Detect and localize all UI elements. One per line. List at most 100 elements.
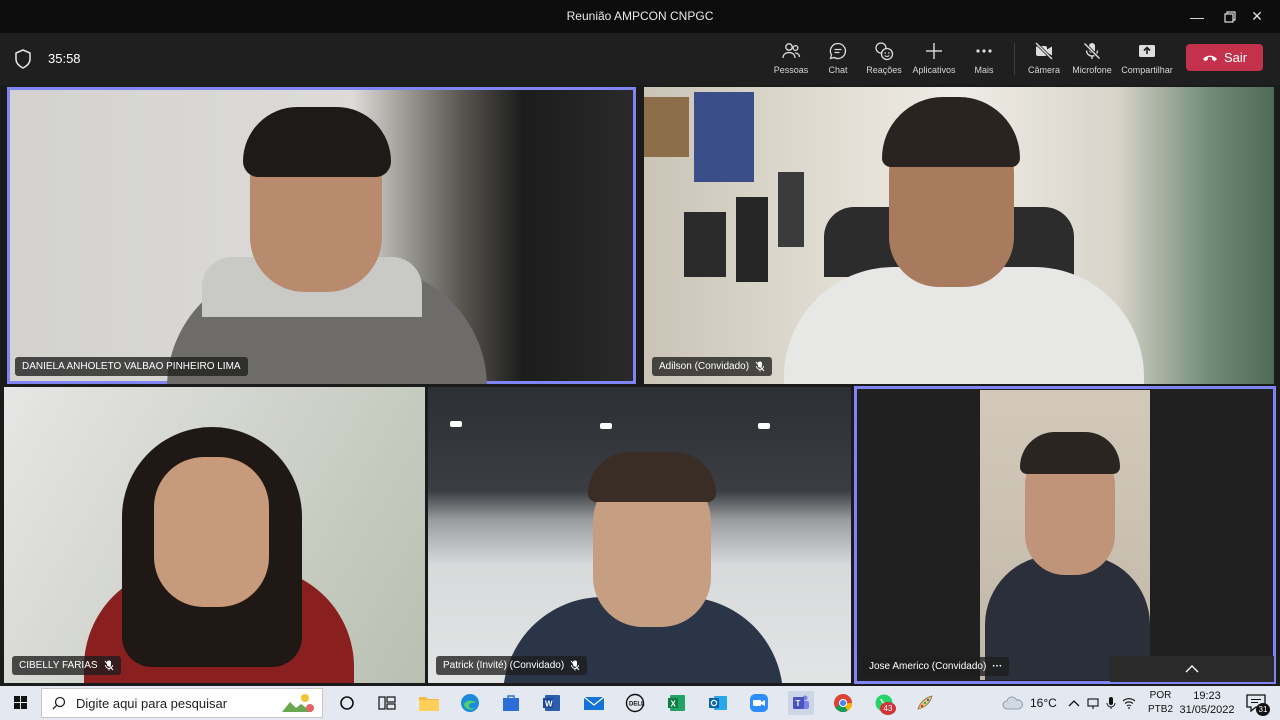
language-code: POR bbox=[1149, 690, 1172, 701]
video-subject-hair bbox=[588, 452, 716, 502]
hang-up-icon bbox=[1202, 55, 1217, 61]
task-view-icon[interactable] bbox=[374, 691, 400, 715]
cortana-icon[interactable] bbox=[334, 691, 360, 715]
shield-icon bbox=[15, 49, 31, 69]
video-tile-jose-americo[interactable]: Jose Americo (Convidado) ··· bbox=[854, 386, 1276, 684]
reactions-button[interactable]: Reações bbox=[860, 41, 908, 81]
svg-text:T: T bbox=[796, 699, 801, 708]
close-button[interactable]: ✕ bbox=[1234, 0, 1280, 33]
word-icon[interactable]: W bbox=[539, 691, 565, 715]
apps-label: Aplicativos bbox=[912, 65, 956, 75]
system-tray bbox=[1068, 686, 1136, 720]
chevron-up-icon[interactable] bbox=[1068, 699, 1080, 707]
more-button[interactable]: Mais bbox=[960, 41, 1008, 81]
clock-time: 19:23 bbox=[1193, 690, 1221, 702]
mail-icon[interactable] bbox=[581, 691, 607, 715]
ceiling-light bbox=[450, 421, 462, 427]
cloud-icon bbox=[1002, 696, 1023, 710]
microphone-button[interactable]: Microfone bbox=[1068, 41, 1116, 81]
chat-label: Chat bbox=[828, 65, 848, 75]
paint-icon[interactable] bbox=[912, 691, 938, 715]
participant-name: CIBELLY FARIAS bbox=[19, 660, 98, 671]
edge-icon[interactable] bbox=[457, 691, 483, 715]
ceiling-light bbox=[758, 423, 770, 429]
chevron-up-icon bbox=[1185, 665, 1199, 673]
teams-icon[interactable]: T bbox=[788, 691, 814, 715]
video-tile-patrick[interactable]: Patrick (Invité) (Convidado) bbox=[428, 387, 851, 683]
wall-poster bbox=[684, 212, 726, 277]
participant-name: Adilson (Convidado) bbox=[659, 361, 750, 372]
apps-button[interactable]: Aplicativos bbox=[910, 41, 958, 81]
whatsapp-badge: 43 bbox=[880, 702, 896, 715]
participant-name-tag: Jose Americo (Convidado) ··· bbox=[862, 657, 1010, 676]
input-language[interactable]: POR PTB2 bbox=[1148, 689, 1173, 717]
wall-poster bbox=[644, 97, 689, 157]
windows-taskbar: Digite aqui para pesquisar W DELL X T 43… bbox=[0, 686, 1280, 720]
share-button[interactable]: Compartilhar bbox=[1121, 41, 1173, 81]
chat-icon bbox=[829, 42, 847, 60]
chat-button[interactable]: Chat bbox=[814, 41, 862, 81]
clock-date: 31/05/2022 bbox=[1179, 704, 1235, 716]
video-tile-daniela[interactable]: DANIELA ANHOLETO VALBAO PINHEIRO LIMA bbox=[7, 87, 636, 384]
people-label: Pessoas bbox=[773, 65, 809, 75]
video-tile-cibelly[interactable]: CIBELLY FARIAS bbox=[4, 387, 425, 683]
camera-off-icon bbox=[1034, 41, 1054, 61]
participant-name: DANIELA ANHOLETO VALBAO PINHEIRO LIMA bbox=[22, 361, 241, 372]
svg-text:W: W bbox=[545, 700, 553, 709]
expand-gallery-button[interactable] bbox=[1110, 656, 1274, 682]
meeting-timer: 35:58 bbox=[48, 51, 81, 66]
title-bar: Reunião AMPCON CNPGC — ✕ bbox=[0, 0, 1280, 33]
svg-text:X: X bbox=[671, 700, 677, 709]
participant-name: Patrick (Invité) (Convidado) bbox=[443, 660, 565, 671]
leave-label: Sair bbox=[1223, 50, 1248, 65]
taskbar-search[interactable]: Digite aqui para pesquisar bbox=[41, 688, 323, 718]
camera-button[interactable]: Câmera bbox=[1020, 41, 1068, 81]
chrome-icon[interactable] bbox=[830, 691, 856, 715]
people-button[interactable]: Pessoas bbox=[767, 41, 815, 81]
windows-start-icon[interactable] bbox=[6, 692, 34, 714]
store-icon[interactable] bbox=[498, 691, 524, 715]
keyboard-layout: PTB2 bbox=[1148, 704, 1174, 715]
participant-more-icon[interactable]: ··· bbox=[992, 661, 1002, 672]
leave-button[interactable]: Sair bbox=[1186, 44, 1263, 71]
video-subject-hair bbox=[1020, 432, 1120, 474]
participant-name: Jose Americo (Convidado) bbox=[869, 661, 987, 672]
video-tile-adilson[interactable]: Adilson (Convidado) bbox=[644, 87, 1274, 384]
search-icon bbox=[52, 696, 66, 710]
dell-icon[interactable]: DELL bbox=[622, 691, 648, 715]
mic-off-icon bbox=[104, 660, 113, 671]
toolbar-divider bbox=[1014, 43, 1015, 75]
svg-text:DELL: DELL bbox=[629, 702, 645, 708]
video-subject-face bbox=[154, 457, 269, 607]
more-label: Mais bbox=[974, 65, 994, 75]
system-clock[interactable]: 19:23 31/05/2022 bbox=[1176, 689, 1238, 717]
people-icon bbox=[782, 43, 801, 59]
network-icon[interactable] bbox=[1086, 696, 1100, 710]
camera-label: Câmera bbox=[1027, 65, 1060, 75]
mic-off-icon bbox=[755, 361, 765, 372]
share-icon bbox=[1139, 45, 1155, 57]
video-subject-hair bbox=[882, 97, 1020, 167]
wifi-icon[interactable] bbox=[1122, 697, 1136, 709]
video-feed-portrait bbox=[980, 390, 1150, 680]
weather-widget[interactable]: 16°C bbox=[1002, 686, 1057, 720]
weather-temperature: 16°C bbox=[1030, 696, 1057, 710]
search-placeholder: Digite aqui para pesquisar bbox=[76, 695, 228, 711]
ceiling-light bbox=[600, 423, 612, 429]
participant-name-tag: Patrick (Invité) (Convidado) bbox=[436, 656, 588, 675]
outlook-icon[interactable] bbox=[705, 691, 731, 715]
wall-poster bbox=[694, 92, 754, 182]
file-explorer-icon[interactable] bbox=[416, 691, 442, 715]
search-highlight-icon bbox=[282, 694, 314, 712]
plus-icon bbox=[926, 43, 942, 59]
notification-count-badge: 31 bbox=[1256, 703, 1270, 716]
participant-name-tag: CIBELLY FARIAS bbox=[12, 656, 121, 675]
video-subject-hair bbox=[243, 107, 391, 177]
mic-off-icon bbox=[570, 660, 580, 671]
excel-icon[interactable]: X bbox=[664, 691, 690, 715]
microphone-label: Microfone bbox=[1072, 65, 1112, 75]
participant-name-tag: Adilson (Convidado) bbox=[652, 357, 773, 376]
share-label: Compartilhar bbox=[1121, 65, 1173, 75]
zoom-icon[interactable] bbox=[746, 691, 772, 715]
microphone-icon[interactable] bbox=[1106, 696, 1116, 710]
